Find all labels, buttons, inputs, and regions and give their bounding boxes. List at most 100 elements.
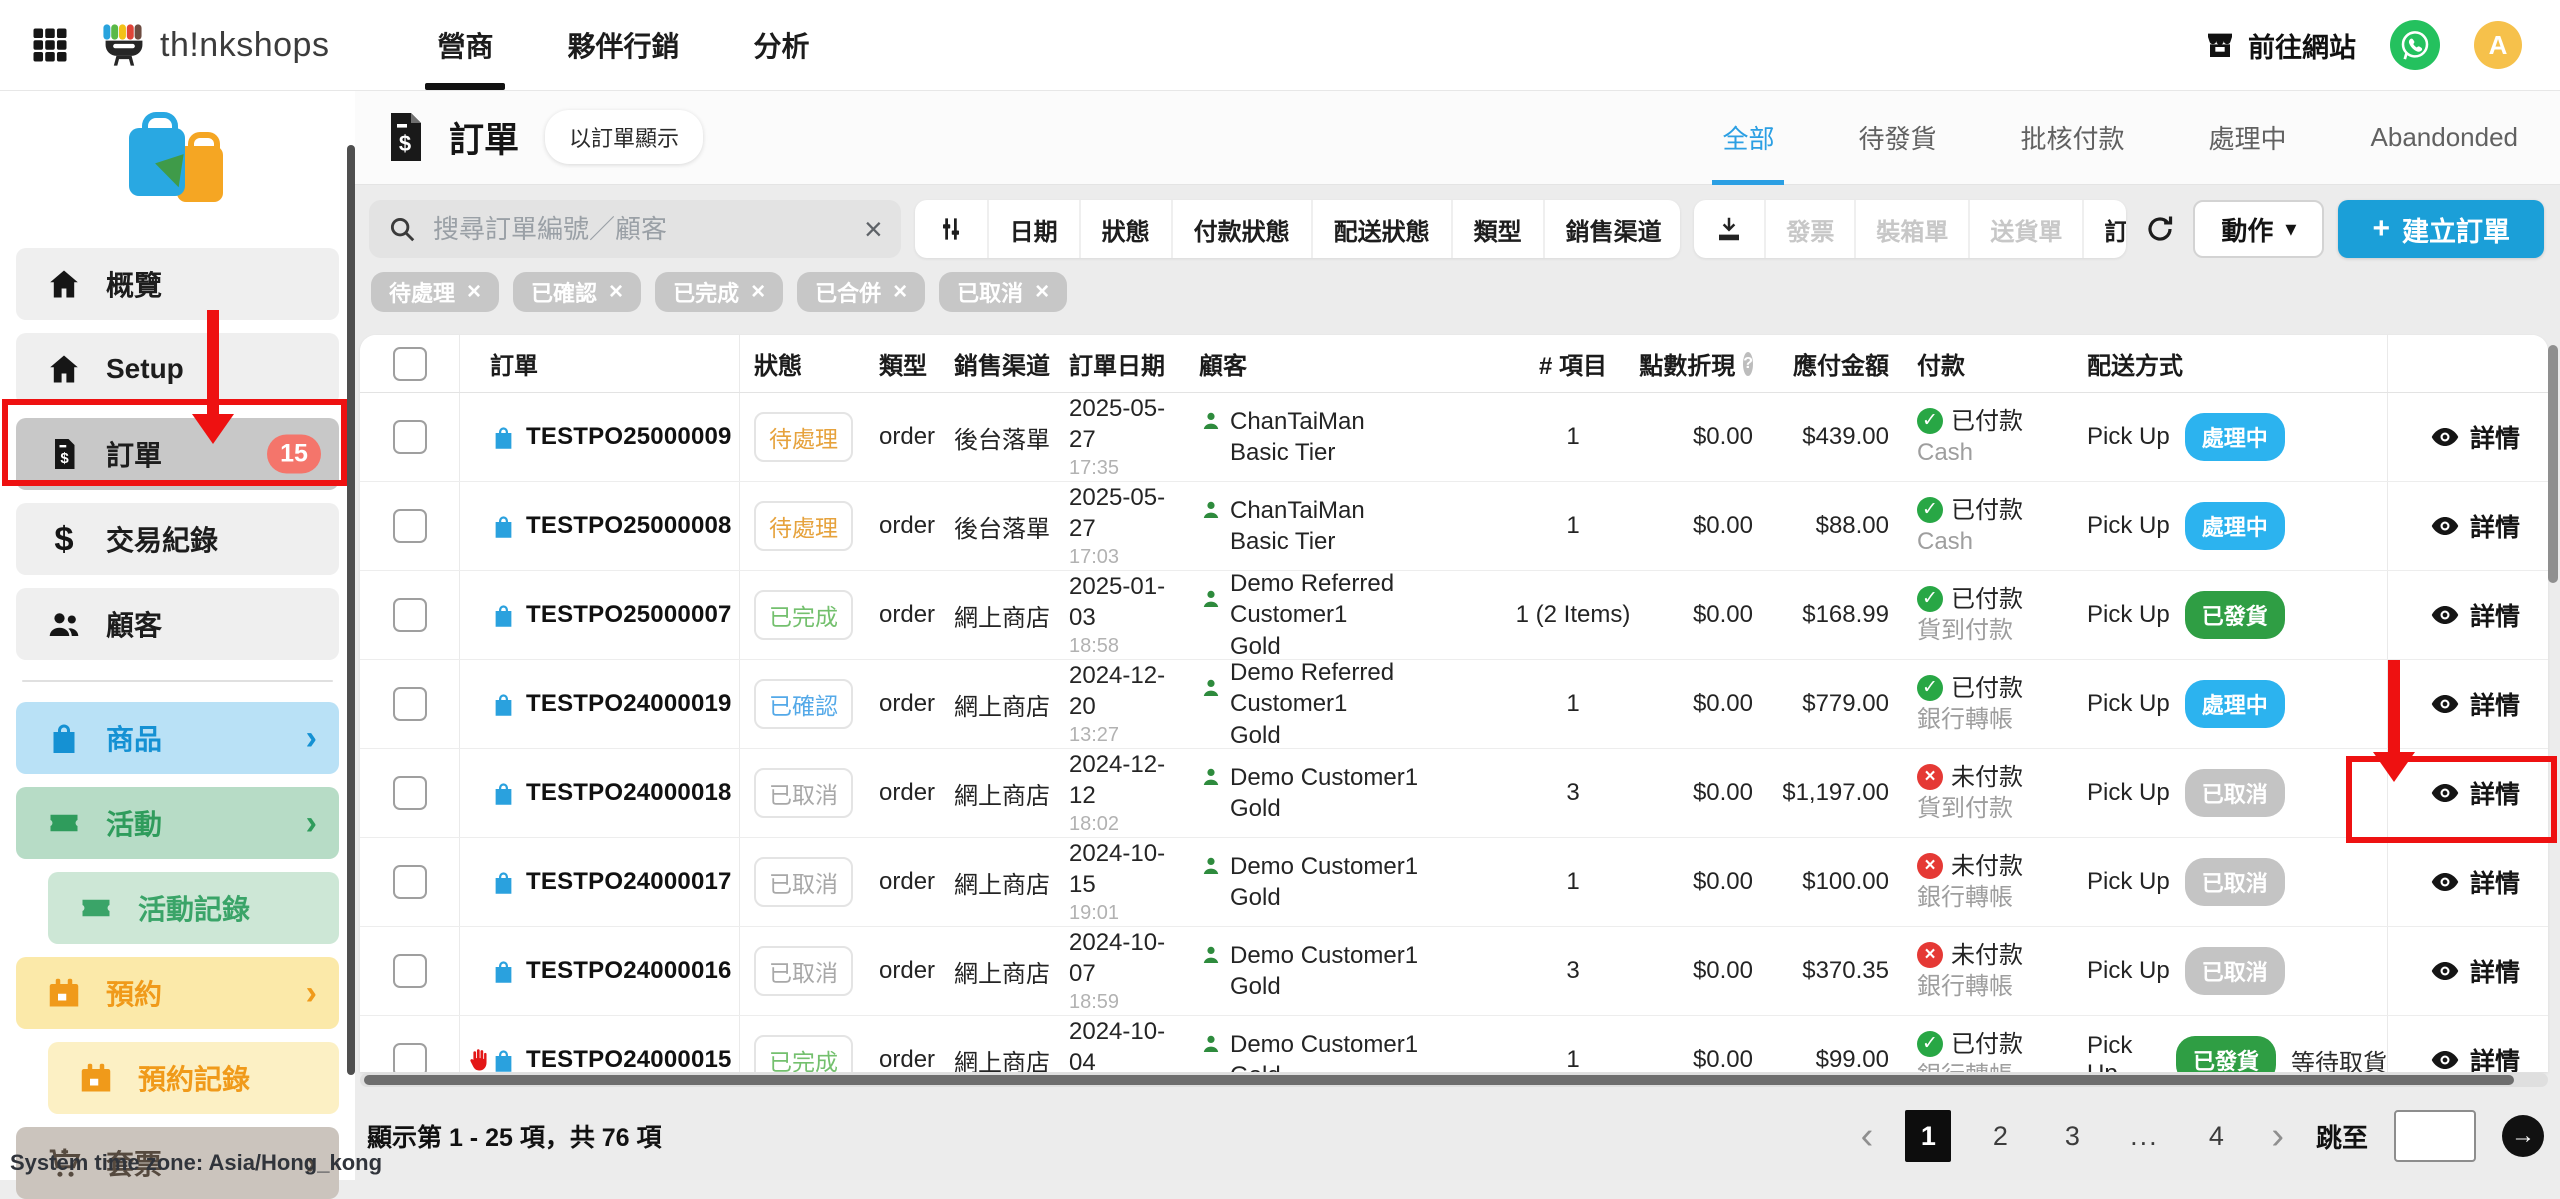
create-order-button[interactable]: + 建立訂單 bbox=[2338, 200, 2544, 258]
chip-close-icon[interactable]: × bbox=[893, 278, 907, 306]
sidebar-item-orders[interactable]: $ 訂單 15 bbox=[16, 418, 339, 490]
page-1[interactable]: 1 bbox=[1905, 1110, 1951, 1162]
go-to-page-button[interactable]: → bbox=[2502, 1115, 2544, 1157]
order-id[interactable]: TESTPO24000015 bbox=[526, 1046, 732, 1072]
customer-name[interactable]: Demo Referred Customer1 bbox=[1230, 660, 1503, 720]
customer-name[interactable]: Demo Customer1 bbox=[1230, 762, 1418, 793]
order-id[interactable]: TESTPO25000009 bbox=[526, 423, 732, 451]
sidebar-item-booking-records[interactable]: 預約記錄 bbox=[48, 1042, 339, 1114]
avatar[interactable]: A bbox=[2474, 21, 2522, 69]
column-header-actions bbox=[2388, 335, 2548, 392]
order-detail-button[interactable]: 詳情 bbox=[2388, 749, 2548, 837]
nav-tab-analytics[interactable]: 分析 bbox=[753, 0, 809, 90]
sidebar-item-bookings[interactable]: 預約 › bbox=[16, 957, 339, 1029]
clear-search-icon[interactable]: × bbox=[864, 213, 883, 245]
order-detail-button[interactable]: 詳情 bbox=[2388, 927, 2548, 1015]
tab-approve-payment[interactable]: 批核付款 bbox=[2020, 90, 2124, 185]
order-id[interactable]: TESTPO24000019 bbox=[526, 690, 732, 718]
chip-close-icon[interactable]: × bbox=[609, 278, 623, 306]
order-info-button[interactable]: 訂單資料 bbox=[2082, 200, 2126, 258]
customer-name[interactable]: Demo Referred Customer1 bbox=[1230, 571, 1503, 631]
sidebar-item-setup[interactable]: Setup bbox=[16, 333, 339, 405]
next-page-icon[interactable]: › bbox=[2265, 1117, 2290, 1155]
view-toggle-button[interactable]: 以訂單顯示 bbox=[545, 110, 703, 164]
sidebar-item-products[interactable]: 商品 › bbox=[16, 702, 339, 774]
customer-icon bbox=[1199, 943, 1223, 967]
sidebar: 概覽 Setup $ 訂單 15 $ 交易紀錄 顧客 商品 › 活動 › 活動記… bbox=[0, 90, 355, 1180]
vertical-scrollbar[interactable] bbox=[2548, 345, 2558, 583]
filter-sales-channel[interactable]: 銷售渠道 bbox=[1543, 200, 1681, 258]
filter-chip-pending[interactable]: 待處理 × bbox=[371, 272, 499, 312]
row-checkbox[interactable] bbox=[393, 687, 427, 721]
page-3[interactable]: 3 bbox=[2049, 1110, 2095, 1162]
filter-date[interactable]: 日期 bbox=[987, 200, 1079, 258]
sidebar-item-transactions[interactable]: $ 交易紀錄 bbox=[16, 503, 339, 575]
filter-chip-cancelled[interactable]: 已取消 × bbox=[939, 272, 1067, 312]
export-download-button[interactable] bbox=[1694, 200, 1764, 258]
select-all-checkbox[interactable] bbox=[393, 347, 427, 381]
filter-sliders-icon[interactable] bbox=[915, 200, 987, 258]
refresh-button[interactable] bbox=[2140, 200, 2179, 258]
order-id[interactable]: TESTPO24000018 bbox=[526, 779, 732, 807]
row-checkbox[interactable] bbox=[393, 776, 427, 810]
go-to-site-button[interactable]: 前往網站 bbox=[2204, 26, 2356, 65]
customer-name[interactable]: ChanTaiMan bbox=[1230, 406, 1365, 437]
tab-all[interactable]: 全部 bbox=[1722, 90, 1774, 185]
order-detail-button[interactable]: 詳情 bbox=[2388, 393, 2548, 481]
prev-page-icon[interactable]: ‹ bbox=[1855, 1117, 1880, 1155]
amount-due: $99.00 bbox=[1783, 1016, 1903, 1072]
horizontal-scrollbar[interactable] bbox=[364, 1075, 2514, 1085]
page-2[interactable]: 2 bbox=[1977, 1110, 2023, 1162]
filter-type[interactable]: 類型 bbox=[1451, 200, 1543, 258]
chip-close-icon[interactable]: × bbox=[751, 278, 765, 306]
page-4[interactable]: 4 bbox=[2193, 1110, 2239, 1162]
order-id[interactable]: TESTPO25000008 bbox=[526, 512, 732, 540]
tab-abandoned[interactable]: Abandonded bbox=[2371, 90, 2518, 185]
customer-name[interactable]: ChanTaiMan bbox=[1230, 495, 1365, 526]
order-detail-button[interactable]: 詳情 bbox=[2388, 1016, 2548, 1072]
tab-processing[interactable]: 處理中 bbox=[2209, 90, 2287, 185]
nav-tab-affiliate-marketing[interactable]: 夥伴行銷 bbox=[567, 0, 679, 90]
sidebar-item-customers[interactable]: 顧客 bbox=[16, 588, 339, 660]
filter-status[interactable]: 狀態 bbox=[1079, 200, 1171, 258]
order-detail-button[interactable]: 詳情 bbox=[2388, 660, 2548, 748]
filter-chip-confirmed[interactable]: 已確認 × bbox=[513, 272, 641, 312]
row-checkbox[interactable] bbox=[393, 954, 427, 988]
chip-close-icon[interactable]: × bbox=[467, 278, 481, 306]
filter-payment-status[interactable]: 付款狀態 bbox=[1171, 200, 1311, 258]
amount-due: $1,197.00 bbox=[1783, 749, 1903, 837]
help-icon[interactable]: ? bbox=[1743, 352, 1753, 376]
order-detail-button[interactable]: 詳情 bbox=[2388, 838, 2548, 926]
customer-name[interactable]: Demo Customer1 bbox=[1230, 851, 1418, 882]
order-detail-button[interactable]: 詳情 bbox=[2388, 482, 2548, 570]
sidebar-item-overview[interactable]: 概覽 bbox=[16, 248, 339, 320]
filter-chip-completed[interactable]: 已完成 × bbox=[655, 272, 783, 312]
sidebar-item-event-records[interactable]: 活動記錄 bbox=[48, 872, 339, 944]
brand-logo[interactable]: th!nkshops bbox=[98, 19, 329, 71]
actions-dropdown-button[interactable]: 動作 ▾ bbox=[2193, 200, 2324, 258]
eye-icon bbox=[2430, 511, 2460, 541]
row-checkbox[interactable] bbox=[393, 420, 427, 454]
order-id[interactable]: TESTPO25000007 bbox=[526, 601, 732, 629]
order-id[interactable]: TESTPO24000017 bbox=[526, 868, 732, 896]
row-checkbox[interactable] bbox=[393, 598, 427, 632]
tab-to-ship[interactable]: 待發貨 bbox=[1858, 90, 1936, 185]
payment-status: 已付款 bbox=[1951, 1029, 2023, 1060]
nav-tab-business[interactable]: 營商 bbox=[437, 0, 493, 90]
customer-name[interactable]: Demo Customer1 bbox=[1230, 1029, 1418, 1060]
apps-grid-icon[interactable] bbox=[28, 23, 72, 67]
filter-chip-merged[interactable]: 已合併 × bbox=[797, 272, 925, 312]
sidebar-item-events[interactable]: 活動 › bbox=[16, 787, 339, 859]
chip-close-icon[interactable]: × bbox=[1035, 278, 1049, 306]
filter-delivery-status[interactable]: 配送狀態 bbox=[1311, 200, 1451, 258]
row-checkbox[interactable] bbox=[393, 865, 427, 899]
row-checkbox[interactable] bbox=[393, 509, 427, 543]
order-id[interactable]: TESTPO24000016 bbox=[526, 957, 732, 985]
row-checkbox[interactable] bbox=[393, 1043, 427, 1072]
whatsapp-icon[interactable] bbox=[2390, 20, 2440, 70]
customer-name[interactable]: Demo Customer1 bbox=[1230, 940, 1418, 971]
search-input[interactable] bbox=[431, 213, 850, 246]
order-detail-button[interactable]: 詳情 bbox=[2388, 571, 2548, 659]
jump-to-page-input[interactable] bbox=[2394, 1110, 2476, 1162]
sidebar-scrollbar[interactable] bbox=[347, 145, 355, 1075]
